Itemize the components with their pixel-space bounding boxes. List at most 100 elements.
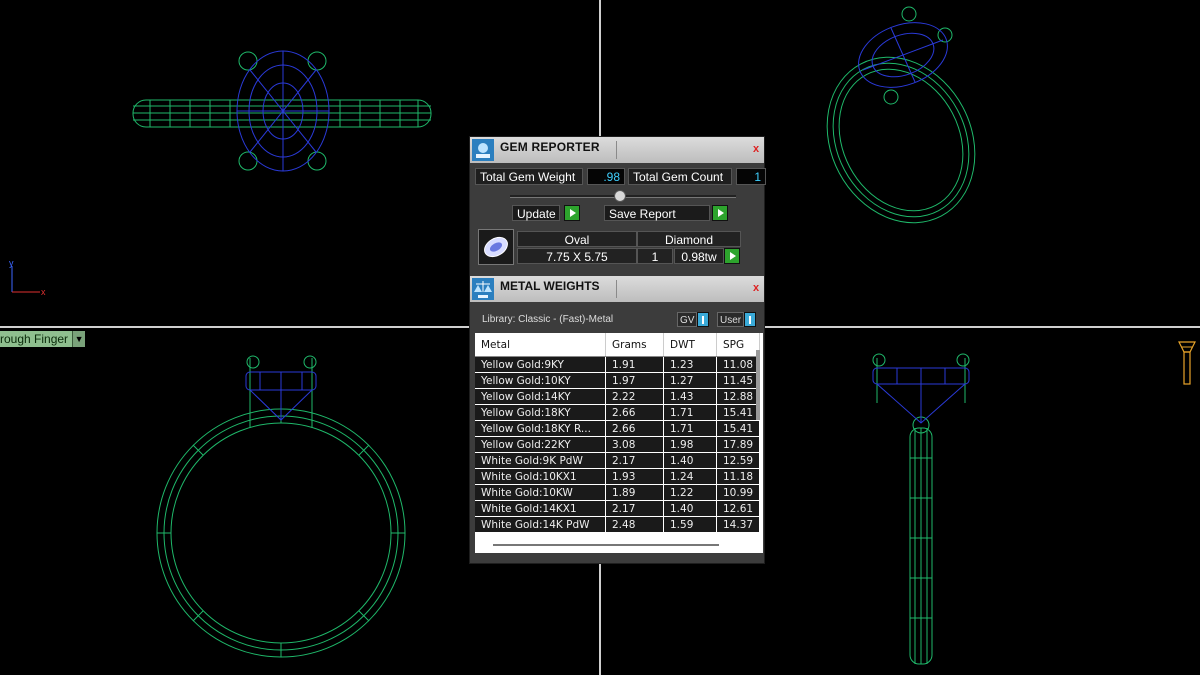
dwt-value: 1.23 — [663, 356, 717, 373]
spg-value: 17.89 — [716, 436, 761, 453]
total-gem-weight-label: Total Gem Weight — [475, 168, 583, 185]
metal-name: White Gold:14K PdW — [475, 516, 606, 533]
table-row[interactable]: Yellow Gold:9KY 1.91 1.23 11.08 — [475, 356, 761, 373]
grams-value: 2.66 — [605, 404, 664, 421]
table-row[interactable]: White Gold:9K PdW 2.17 1.40 12.59 — [475, 452, 761, 469]
table-row[interactable]: White Gold:10KX1 1.93 1.24 11.18 — [475, 468, 761, 485]
dwt-value: 1.59 — [663, 516, 717, 533]
close-icon[interactable]: x — [753, 143, 763, 155]
table-row[interactable]: White Gold:10KW 1.89 1.22 10.99 — [475, 484, 761, 501]
horizontal-scrollbar[interactable] — [493, 544, 719, 546]
metal-name: Yellow Gold:18KY — [475, 404, 606, 421]
gem-type: Diamond — [637, 231, 741, 247]
dwt-value: 1.71 — [663, 420, 717, 437]
table-row[interactable]: Yellow Gold:18KY R... 2.66 1.71 15.41 — [475, 420, 761, 437]
gv-toggle-label: GV — [677, 312, 698, 327]
metal-name: Yellow Gold:22KY — [475, 436, 606, 453]
metal-name: Yellow Gold:18KY R... — [475, 420, 606, 437]
grams-value: 2.48 — [605, 516, 664, 533]
gem-reporter-panel: GEM REPORTER x Total Gem Weight .98 Tota… — [469, 136, 767, 564]
column-header-spg[interactable]: SPG — [716, 333, 761, 357]
grams-value: 2.22 — [605, 388, 664, 405]
axis-y-label: y — [9, 258, 14, 268]
toggle-icon[interactable] — [744, 312, 757, 327]
metal-weights-icon — [472, 278, 494, 300]
metal-name: Yellow Gold:9KY — [475, 356, 606, 373]
toggle-icon[interactable] — [697, 312, 710, 327]
axis-x-label: x — [41, 287, 46, 297]
gem-size: 7.75 X 5.75 — [517, 248, 637, 264]
grams-value: 2.17 — [605, 452, 664, 469]
dwt-value: 1.40 — [663, 452, 717, 469]
dwt-value: 1.71 — [663, 404, 717, 421]
spg-value: 12.88 — [716, 388, 761, 405]
gem-reporter-title: GEM REPORTER — [500, 140, 600, 154]
total-gem-count-value: 1 — [736, 168, 766, 185]
dwt-value: 1.24 — [663, 468, 717, 485]
dwt-value: 1.43 — [663, 388, 717, 405]
vertical-scrollbar[interactable] — [756, 350, 760, 420]
library-label: Library: Classic - (Fast)-Metal — [482, 314, 614, 325]
gem-entry: Oval Diamond 7.75 X 5.75 1 0.98tw — [474, 227, 764, 269]
close-icon[interactable]: x — [753, 282, 763, 294]
user-toggle[interactable]: User — [717, 312, 757, 327]
dwt-value: 1.27 — [663, 372, 717, 389]
save-report-button-label: Save Report — [604, 205, 710, 221]
table-header-row: Metal Grams DWT SPG — [475, 333, 761, 357]
table-row[interactable]: White Gold:14KX1 2.17 1.40 12.61 — [475, 500, 761, 517]
grams-value: 1.97 — [605, 372, 664, 389]
spg-value: 14.37 — [716, 516, 761, 533]
gem-totals-row: Total Gem Weight .98 Total Gem Count 1 — [475, 168, 767, 185]
column-header-metal[interactable]: Metal — [475, 333, 606, 357]
viewcube-icon[interactable] — [1176, 338, 1198, 390]
grams-value: 2.17 — [605, 500, 664, 517]
gem-shape: Oval — [517, 231, 637, 247]
metal-weights-titlebar[interactable]: METAL WEIGHTS x — [470, 276, 764, 302]
view-selector-label: rough Finger — [0, 331, 73, 347]
metal-name: White Gold:9K PdW — [475, 452, 606, 469]
gem-reporter-titlebar[interactable]: GEM REPORTER x — [470, 137, 764, 163]
table-row[interactable]: Yellow Gold:14KY 2.22 1.43 12.88 — [475, 388, 761, 405]
spg-value: 10.99 — [716, 484, 761, 501]
metal-name: White Gold:14KX1 — [475, 500, 606, 517]
view-selector-dropdown[interactable]: rough Finger ▼ — [0, 331, 86, 347]
spg-value: 11.45 — [716, 372, 761, 389]
spg-value: 11.08 — [716, 356, 761, 373]
gv-toggle[interactable]: GV — [677, 312, 710, 327]
metal-name: White Gold:10KW — [475, 484, 606, 501]
metal-weights-title: METAL WEIGHTS — [500, 279, 600, 293]
play-arrow-icon[interactable] — [724, 248, 740, 264]
spg-value: 11.18 — [716, 468, 761, 485]
table-row[interactable]: Yellow Gold:10KY 1.97 1.27 11.45 — [475, 372, 761, 389]
play-arrow-icon[interactable] — [712, 205, 728, 221]
gem-weight: 0.98tw — [674, 248, 724, 264]
gem-go-button[interactable] — [724, 248, 740, 264]
grams-value: 2.66 — [605, 420, 664, 437]
save-report-button[interactable]: Save Report — [604, 205, 728, 221]
table-row[interactable]: White Gold:14K PdW 2.48 1.59 14.37 — [475, 516, 761, 533]
metal-name: Yellow Gold:14KY — [475, 388, 606, 405]
metal-weights-table: Metal Grams DWT SPG Yellow Gold:9KY 1.91 1… — [475, 333, 763, 553]
update-button[interactable]: Update — [512, 205, 580, 221]
metal-name: White Gold:10KX1 — [475, 468, 606, 485]
grams-value: 1.89 — [605, 484, 664, 501]
dwt-value: 1.98 — [663, 436, 717, 453]
play-arrow-icon[interactable] — [564, 205, 580, 221]
total-gem-weight-value: .98 — [587, 168, 625, 185]
gem-reporter-icon — [472, 139, 494, 161]
grams-value: 3.08 — [605, 436, 664, 453]
table-row[interactable]: Yellow Gold:22KY 3.08 1.98 17.89 — [475, 436, 761, 453]
gem-count: 1 — [637, 248, 673, 264]
grams-value: 1.91 — [605, 356, 664, 373]
column-header-dwt[interactable]: DWT — [663, 333, 717, 357]
gem-size-slider-handle[interactable] — [614, 190, 626, 202]
spg-value: 15.41 — [716, 404, 761, 421]
oval-gem-icon[interactable] — [478, 229, 514, 265]
table-row[interactable]: Yellow Gold:18KY 2.66 1.71 15.41 — [475, 404, 761, 421]
spg-value: 15.41 — [716, 420, 761, 437]
update-button-label: Update — [512, 205, 560, 221]
dwt-value: 1.22 — [663, 484, 717, 501]
chevron-down-icon[interactable]: ▼ — [72, 331, 86, 347]
column-header-grams[interactable]: Grams — [605, 333, 664, 357]
metal-name: Yellow Gold:10KY — [475, 372, 606, 389]
